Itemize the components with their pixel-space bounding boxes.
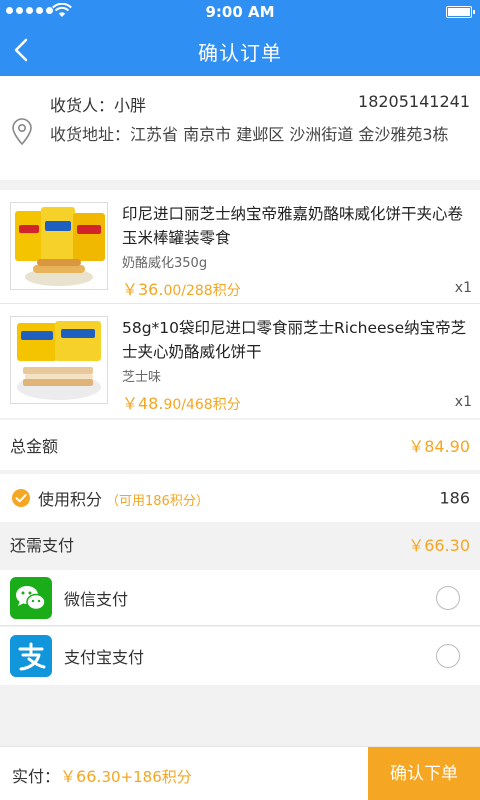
receiver-phone: 18205141241 xyxy=(358,92,470,111)
total-amount-row: 总金额 ￥84.90 xyxy=(0,420,480,470)
product-price: ￥48.90/468积分 xyxy=(122,394,241,413)
checkout-bar: 实付：￥66.30+186积分 确认下单 xyxy=(0,746,480,800)
receiver-name: 小胖 xyxy=(114,96,147,115)
product-spec: 芝士味 xyxy=(122,370,162,385)
navigation-bar: 确认订单 xyxy=(0,24,480,76)
address-row: 收货地址：江苏省 南京市 建邺区 沙洲街道 金沙雅苑3栋 xyxy=(50,122,464,148)
total-amount-value: ￥84.90 xyxy=(408,437,470,456)
checkmark-icon[interactable] xyxy=(12,489,30,507)
wechat-pay-option[interactable]: 微信支付 xyxy=(0,570,480,626)
amount-due-value: ￥66.30 xyxy=(408,536,470,555)
list-item[interactable]: 58g*10袋印尼进口零食丽芝士Richeese纳宝帝芝士夹心奶酪威化饼干 芝士… xyxy=(0,304,480,418)
use-points-text: 使用积分 （可用186积分） xyxy=(38,486,209,510)
product-name: 58g*10袋印尼进口零食丽芝士Richeese纳宝帝芝士夹心奶酪威化饼干 xyxy=(122,319,467,361)
location-pin-icon xyxy=(12,118,32,146)
alipay-radio-button[interactable] xyxy=(436,644,460,668)
paid-total: 实付：￥66.30+186积分 xyxy=(12,763,192,787)
receiver-row: 收货人：小胖 18205141241 xyxy=(50,92,470,116)
address-value: 江苏省 南京市 建邺区 沙洲街道 金沙雅苑3栋 xyxy=(130,125,449,144)
available-points: （可用186积分） xyxy=(106,494,209,509)
amount-due-label: 还需支付 xyxy=(10,536,75,555)
alipay-icon xyxy=(10,635,52,677)
alipay-label: 支付宝支付 xyxy=(64,648,145,667)
use-points-label: 使用积分 xyxy=(38,490,103,509)
use-points-row[interactable]: 使用积分 （可用186积分） 186 xyxy=(0,474,480,522)
receiver-label: 收货人： xyxy=(50,96,115,115)
page-title: 确认订单 xyxy=(198,41,282,65)
status-bar: 9:00 AM xyxy=(0,0,480,24)
alipay-option[interactable]: 支付宝支付 xyxy=(0,627,480,685)
wechat-radio-button[interactable] xyxy=(436,585,460,610)
address-card[interactable]: 收货人：小胖 18205141241 收货地址：江苏省 南京市 建邺区 沙洲街道… xyxy=(0,76,480,180)
paid-points: 30+186积分 xyxy=(101,768,192,786)
product-image xyxy=(10,316,108,404)
points-value: 186 xyxy=(439,488,470,508)
list-item[interactable]: 印尼进口丽芝士纳宝帝雅嘉奶酪味威化饼干夹心卷玉米棒罐装零食 奶酪威化350g ￥… xyxy=(0,190,480,304)
amount-due-row: 还需支付 ￥66.30 xyxy=(0,522,480,566)
address-label: 收货地址： xyxy=(50,125,131,144)
paid-label: 实付： xyxy=(12,767,61,786)
product-quantity: x1 xyxy=(454,394,472,410)
goods-list: 印尼进口丽芝士纳宝帝雅嘉奶酪味威化饼干夹心卷玉米棒罐装零食 奶酪威化350g ￥… xyxy=(0,190,480,418)
wechat-icon xyxy=(10,576,52,619)
product-quantity: x1 xyxy=(454,280,472,296)
wechat-pay-label: 微信支付 xyxy=(64,589,129,609)
paid-amount: ￥66. xyxy=(60,767,102,786)
total-amount-label: 总金额 xyxy=(10,437,59,456)
battery-icon xyxy=(446,6,475,18)
status-time: 9:00 AM xyxy=(205,3,275,21)
product-spec: 奶酪威化350g xyxy=(122,256,208,271)
confirm-order-button[interactable]: 确认下单 xyxy=(368,747,480,800)
product-name: 印尼进口丽芝士纳宝帝雅嘉奶酪味威化饼干夹心卷玉米棒罐装零食 xyxy=(122,205,464,247)
product-image xyxy=(10,202,108,290)
product-price: ￥36.00/288积分 xyxy=(122,280,241,299)
